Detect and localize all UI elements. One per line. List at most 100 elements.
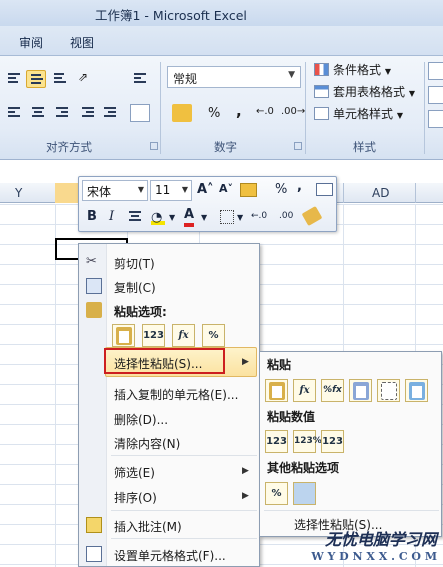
cell-styles-label: 单元格样式 xyxy=(333,107,394,121)
italic-button[interactable]: I xyxy=(109,209,114,224)
number-format-select[interactable]: 常规 ▼ xyxy=(167,66,301,88)
decrease-decimal-icon[interactable]: .00→ xyxy=(281,106,305,117)
merge-center-button[interactable] xyxy=(130,104,150,122)
borders-icon[interactable] xyxy=(220,210,234,224)
menu-item-format-cells[interactable]: 设置单元格格式(F)... xyxy=(114,547,226,564)
paste-formulas-button[interactable]: fx xyxy=(293,379,316,402)
paste-keep-width-button[interactable] xyxy=(405,379,428,402)
paste-button[interactable] xyxy=(112,324,135,347)
menu-item-sort[interactable]: 排序(O) xyxy=(114,489,157,506)
align-center-button[interactable] xyxy=(28,104,48,122)
number-launcher-icon[interactable] xyxy=(294,142,302,150)
currency-icon[interactable] xyxy=(240,183,257,197)
menu-item-copy[interactable]: 复制(C) xyxy=(114,279,156,296)
font-size-select[interactable]: 11 ▼ xyxy=(150,180,192,201)
font-size-value: 11 xyxy=(155,183,171,197)
menu-item-insert-copied-cells[interactable]: 插入复制的单元格(E)... xyxy=(114,386,238,403)
insert-cells-icon[interactable] xyxy=(428,62,443,80)
group-separator xyxy=(160,62,161,154)
decrease-decimal-icon[interactable]: .00 xyxy=(279,211,293,221)
conditional-format-button[interactable]: 条件格式 ▼ xyxy=(314,61,391,81)
paste-no-borders-button[interactable] xyxy=(377,379,400,402)
chevron-down-icon: ▼ xyxy=(137,185,144,194)
font-color-button[interactable]: A xyxy=(184,207,195,227)
align-right-button[interactable] xyxy=(52,104,72,122)
paste-button[interactable] xyxy=(265,379,288,402)
increase-indent-button[interactable] xyxy=(100,104,120,122)
group-separator xyxy=(305,62,306,154)
currency-icon[interactable] xyxy=(172,104,192,122)
paste-formatting-button[interactable]: % xyxy=(202,324,225,347)
paste-formatting-button[interactable]: % xyxy=(265,482,288,505)
align-middle-button[interactable] xyxy=(26,70,46,88)
paste-values-source-format-button[interactable]: 123 xyxy=(321,430,344,453)
tab-review[interactable]: 审阅 xyxy=(19,34,43,51)
bold-button[interactable]: B xyxy=(87,209,97,224)
group-separator xyxy=(424,62,425,154)
menu-separator xyxy=(111,510,257,511)
scissors-icon: ✂ xyxy=(86,254,97,269)
annotation-red-box xyxy=(104,348,225,374)
tab-view[interactable]: 视图 xyxy=(70,34,94,51)
chevron-down-icon[interactable]: ▼ xyxy=(237,213,243,222)
watermark: 无忧电脑学习网 W Y D N X X . C O M xyxy=(311,526,437,563)
chevron-right-icon: ▶ xyxy=(242,357,249,367)
chevron-down-icon[interactable]: ▼ xyxy=(201,213,207,222)
format-cells-icon[interactable] xyxy=(428,110,443,128)
menu-item-delete[interactable]: 删除(D)... xyxy=(114,411,168,428)
chevron-right-icon: ▶ xyxy=(242,466,249,476)
menu-item-cut[interactable]: 剪切(T) xyxy=(114,255,155,272)
chevron-down-icon: ▼ xyxy=(181,185,188,194)
comma-button[interactable]: , xyxy=(297,179,302,194)
alignment-launcher-icon[interactable] xyxy=(150,142,158,150)
decrease-indent-button[interactable] xyxy=(78,104,98,122)
align-left-button[interactable] xyxy=(4,104,24,122)
menu-item-filter[interactable]: 筛选(E) xyxy=(114,464,155,481)
window-title: 工作簿1 - Microsoft Excel xyxy=(95,8,247,23)
percent-style-button[interactable]: % xyxy=(208,106,220,121)
format-as-table-button[interactable]: 套用表格格式 ▼ xyxy=(314,83,415,103)
paste-values-button[interactable]: 123 xyxy=(142,324,165,347)
column-header-y[interactable]: Y xyxy=(15,186,22,200)
paste-formulas-number-format-button[interactable]: %fx xyxy=(321,379,344,402)
paste-options-label: 粘贴选项: xyxy=(114,305,167,319)
menu-item-insert-comment[interactable]: 插入批注(M) xyxy=(114,518,182,535)
orientation-button[interactable]: ⇗ xyxy=(78,70,98,88)
context-menu: ✂ 剪切(T) 复制(C) 粘贴选项: 123 fx % 选择性粘贴(S)...… xyxy=(78,243,260,567)
submenu-heading-other: 其他粘贴选项 xyxy=(267,461,340,475)
paste-values-button[interactable]: 123 xyxy=(265,430,288,453)
grow-font-button[interactable]: A˄ xyxy=(197,182,214,197)
increase-decimal-icon[interactable]: ←.0 xyxy=(256,106,274,117)
chevron-right-icon: ▶ xyxy=(242,491,249,501)
column-header-ad[interactable]: AD xyxy=(372,186,389,200)
font-name-value: 宋体 xyxy=(87,185,112,199)
watermark-line-1: 无忧电脑学习网 xyxy=(324,530,437,549)
merge-icon[interactable] xyxy=(316,183,333,196)
menu-item-clear-contents[interactable]: 清除内容(N) xyxy=(114,435,180,452)
shrink-font-button[interactable]: A˅ xyxy=(219,182,233,195)
format-as-table-label: 套用表格格式 xyxy=(333,85,406,99)
paste-keep-source-format-button[interactable] xyxy=(349,379,372,402)
fill-color-icon[interactable]: ◔ xyxy=(151,210,165,225)
group-label-alignment: 对齐方式 xyxy=(46,140,92,154)
menu-separator xyxy=(111,455,257,456)
menu-separator xyxy=(111,538,257,539)
paste-values-number-format-button[interactable]: 123% xyxy=(293,430,322,453)
center-align-icon[interactable] xyxy=(129,211,142,222)
wrap-text-button[interactable] xyxy=(130,70,150,88)
delete-cells-icon[interactable] xyxy=(428,86,443,104)
increase-decimal-icon[interactable]: ←.0 xyxy=(251,211,267,221)
copy-icon xyxy=(86,278,102,294)
chevron-down-icon[interactable]: ▼ xyxy=(169,213,175,222)
align-top-button[interactable] xyxy=(4,70,24,88)
align-bottom-button[interactable] xyxy=(50,70,70,88)
paste-picture-button[interactable] xyxy=(293,482,316,505)
comma-style-button[interactable]: , xyxy=(236,102,242,120)
paste-formulas-button[interactable]: fx xyxy=(172,324,195,347)
cell-styles-button[interactable]: 单元格样式 ▼ xyxy=(314,105,403,125)
ribbon: ⇗ 对齐方式 常规 ▼ % , ←.0 .00→ 数字 条件格式 ▼ 套用表格格… xyxy=(0,56,443,160)
font-name-select[interactable]: 宋体 ▼ xyxy=(82,180,148,201)
format-painter-icon[interactable] xyxy=(301,205,323,227)
percent-button[interactable]: % xyxy=(275,182,287,197)
group-label-number: 数字 xyxy=(214,140,237,154)
